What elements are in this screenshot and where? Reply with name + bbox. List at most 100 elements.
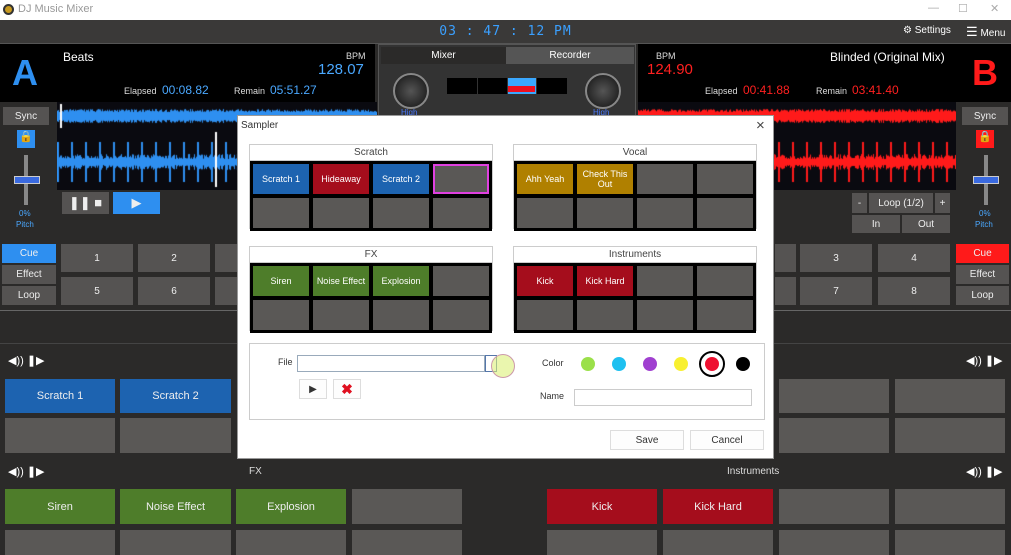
deck-a-sync-button[interactable]: Sync <box>3 107 49 125</box>
sampler-pad[interactable] <box>697 266 753 296</box>
bottom-pad[interactable] <box>779 489 889 524</box>
sampler-pad[interactable] <box>253 198 309 228</box>
deck-a-lock-icon[interactable]: 🔒 <box>17 130 35 148</box>
sampler-pad[interactable] <box>433 198 489 228</box>
deck-b-cue-3[interactable]: 3 <box>800 244 872 272</box>
deck-b-sync-button[interactable]: Sync <box>962 107 1008 125</box>
deck-a-play-button[interactable]: ▶ <box>113 192 160 214</box>
name-input[interactable] <box>574 389 752 406</box>
deck-a-effect-mode[interactable]: Effect <box>2 265 56 284</box>
bottom-pad[interactable] <box>5 530 115 555</box>
sampler-pad[interactable] <box>373 300 429 330</box>
color-option[interactable] <box>705 357 719 371</box>
bottom-pad[interactable] <box>895 418 1005 453</box>
preview-play-button[interactable]: ▶ <box>299 379 327 399</box>
volume-icon[interactable]: ◀)) ❚▶ <box>966 465 1003 478</box>
sampler-pad[interactable]: Explosion <box>373 266 429 296</box>
cancel-button[interactable]: Cancel <box>690 430 764 450</box>
color-option[interactable] <box>612 357 626 371</box>
sampler-pad[interactable] <box>433 164 489 194</box>
color-option[interactable] <box>643 357 657 371</box>
deck-b-cue-2[interactable] <box>775 244 796 272</box>
sampler-pad[interactable] <box>313 300 369 330</box>
sampler-pad[interactable] <box>637 164 693 194</box>
sampler-pad[interactable] <box>697 164 753 194</box>
sampler-pad[interactable] <box>637 198 693 228</box>
bottom-pad-scratch-2[interactable]: Scratch 2 <box>120 379 231 413</box>
color-option[interactable] <box>674 357 688 371</box>
sampler-pad[interactable] <box>517 300 573 330</box>
deck-b-cue-6[interactable] <box>775 277 796 305</box>
deck-b-effect-mode[interactable]: Effect <box>956 265 1009 284</box>
deck-b-cue-8[interactable]: 8 <box>878 277 950 305</box>
bottom-pad[interactable] <box>547 530 657 555</box>
bottom-pad[interactable] <box>352 489 462 524</box>
deck-a-cue-1[interactable]: 1 <box>61 244 133 272</box>
loop-out-button[interactable]: Out <box>902 215 950 233</box>
close-window-button[interactable]: ✕ <box>990 2 999 15</box>
sampler-pad[interactable] <box>433 300 489 330</box>
loop-plus-button[interactable]: + <box>935 193 950 213</box>
volume-icon[interactable]: ◀)) ❚▶ <box>8 465 45 478</box>
bottom-pad-noise-effect[interactable]: Noise Effect <box>120 489 231 524</box>
bottom-pad[interactable] <box>352 530 462 555</box>
bottom-pad[interactable] <box>895 530 1005 555</box>
sampler-pad[interactable] <box>577 198 633 228</box>
deck-a-pitch-handle[interactable] <box>14 176 40 184</box>
bottom-pad-kick-hard[interactable]: Kick Hard <box>663 489 773 524</box>
bottom-pad[interactable] <box>663 530 773 555</box>
sampler-pad[interactable] <box>253 300 309 330</box>
deck-a-cue-mode[interactable]: Cue <box>2 244 56 263</box>
bottom-pad[interactable] <box>120 418 231 453</box>
tab-mixer[interactable]: Mixer <box>381 47 506 64</box>
sampler-pad[interactable]: Kick <box>517 266 573 296</box>
sampler-pad[interactable] <box>637 300 693 330</box>
deck-a-cue-5[interactable]: 5 <box>61 277 133 305</box>
bottom-pad[interactable] <box>5 418 115 453</box>
deck-a-pause-stop-button[interactable]: ❚❚ ■ <box>62 192 109 214</box>
bottom-pad-kick[interactable]: Kick <box>547 489 657 524</box>
clear-file-button[interactable]: ✖ <box>333 379 361 399</box>
sampler-pad[interactable]: Ahh Yeah <box>517 164 573 194</box>
deck-b-lock-icon[interactable]: 🔒 <box>976 130 994 148</box>
file-input[interactable] <box>297 355 485 372</box>
deck-b-cue-7[interactable]: 7 <box>800 277 872 305</box>
settings-button[interactable]: ⚙ Settings <box>903 25 951 36</box>
maximize-button[interactable]: ☐ <box>958 2 968 15</box>
sampler-pad[interactable] <box>697 300 753 330</box>
sampler-pad[interactable] <box>517 198 573 228</box>
bottom-pad[interactable] <box>779 418 889 453</box>
sampler-pad[interactable]: Noise Effect <box>313 266 369 296</box>
sampler-pad[interactable]: Kick Hard <box>577 266 633 296</box>
deck-b-cue-4[interactable]: 4 <box>878 244 950 272</box>
sampler-pad[interactable]: Scratch 2 <box>373 164 429 194</box>
loop-minus-button[interactable]: - <box>852 193 867 213</box>
deck-a-loop-mode[interactable]: Loop <box>2 286 56 305</box>
bottom-pad[interactable] <box>236 530 346 555</box>
volume-icon[interactable]: ◀)) ❚▶ <box>8 354 45 367</box>
sampler-pad[interactable] <box>313 198 369 228</box>
color-option[interactable] <box>736 357 750 371</box>
bottom-pad[interactable] <box>779 530 889 555</box>
sampler-pad[interactable]: Siren <box>253 266 309 296</box>
menu-button[interactable]: ☰ Menu <box>966 24 1005 40</box>
bottom-pad-explosion[interactable]: Explosion <box>236 489 346 524</box>
minimize-button[interactable]: — <box>928 2 939 14</box>
bottom-pad[interactable] <box>895 489 1005 524</box>
dialog-close-button[interactable]: × <box>756 117 765 134</box>
sampler-pad[interactable] <box>433 266 489 296</box>
bottom-pad-scratch-1[interactable]: Scratch 1 <box>5 379 115 413</box>
volume-icon[interactable]: ◀)) ❚▶ <box>966 354 1003 367</box>
deck-a-cue-2[interactable]: 2 <box>138 244 210 272</box>
bottom-pad[interactable] <box>779 379 889 413</box>
deck-b-cue-mode[interactable]: Cue <box>956 244 1009 263</box>
tab-recorder[interactable]: Recorder <box>506 47 634 64</box>
save-button[interactable]: Save <box>610 430 684 450</box>
loop-in-button[interactable]: In <box>852 215 900 233</box>
deck-b-pitch-handle[interactable] <box>973 176 999 184</box>
deck-a-cue-6[interactable]: 6 <box>138 277 210 305</box>
sampler-pad[interactable] <box>697 198 753 228</box>
bottom-pad[interactable] <box>120 530 231 555</box>
knob-right[interactable] <box>585 73 621 109</box>
color-option[interactable] <box>581 357 595 371</box>
